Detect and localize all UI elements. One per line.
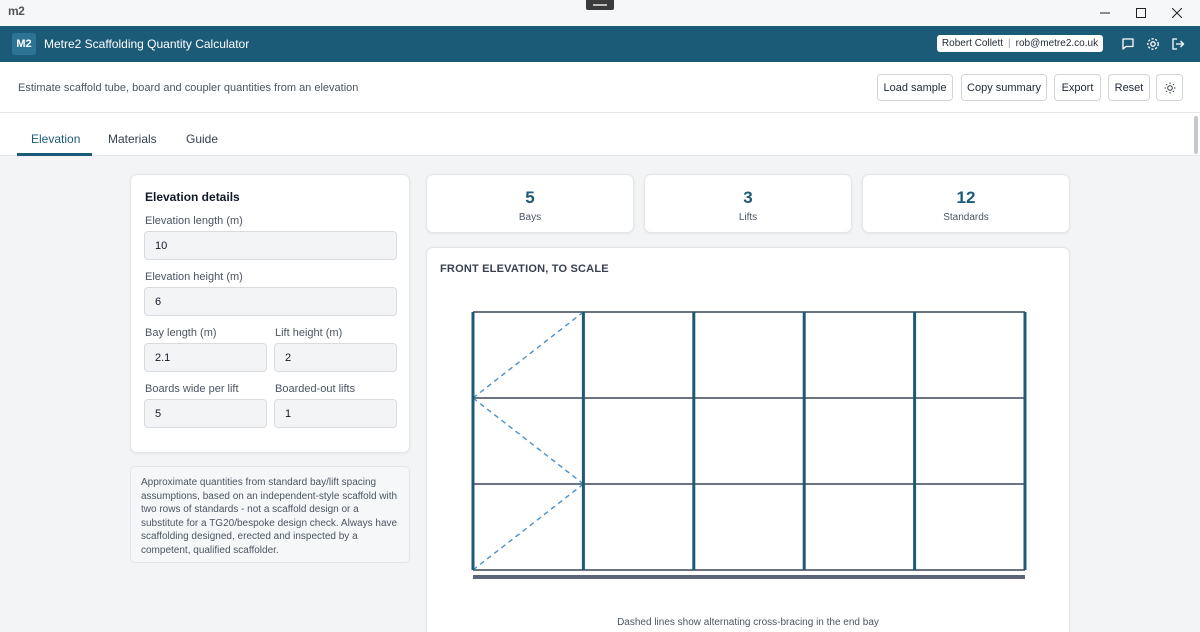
load-sample-button[interactable]: Load sample <box>877 74 953 101</box>
stat-label: Bays <box>518 212 542 223</box>
cross-brace-line <box>472 311 584 399</box>
cross-brace-line <box>472 397 584 485</box>
elevation-details-title: Elevation details <box>145 190 240 204</box>
user-name: Robert Collett <box>941 38 1004 49</box>
tab-bar: Elevation Materials Guide <box>0 113 1200 156</box>
elevation-details-card: Elevation details Elevation length (m) 1… <box>130 174 410 453</box>
logout-icon[interactable] <box>1168 34 1188 54</box>
stat-label: Lifts <box>738 212 758 223</box>
boarded-lifts-input[interactable]: 1 <box>274 399 397 428</box>
tab-elevation[interactable]: Elevation <box>31 132 80 146</box>
elevation-length-input[interactable]: 10 <box>144 231 397 260</box>
app-header: M2 Metre2 Scaffolding Quantity Calculato… <box>0 26 1200 62</box>
reset-button[interactable]: Reset <box>1108 74 1150 101</box>
boarded-lifts-label: Boarded-out lifts <box>275 383 356 395</box>
boards-wide-input[interactable]: 5 <box>144 399 267 428</box>
theme-toggle-button[interactable] <box>1156 74 1183 101</box>
lift-height-label: Lift height (m) <box>275 327 343 339</box>
scaffold-elevation-drawing <box>471 311 1027 579</box>
app-logo: M2 <box>12 33 36 55</box>
tab-materials[interactable]: Materials <box>108 132 157 146</box>
elevation-caption: Dashed lines show alternating cross-brac… <box>617 617 879 628</box>
disclaimer-note: Approximate quantities from standard bay… <box>130 466 410 563</box>
user-pill-divider: | <box>1008 38 1011 49</box>
user-account-pill[interactable]: Robert Collett | rob@metre2.co.uk <box>937 35 1103 52</box>
close-icon[interactable] <box>1154 0 1200 26</box>
gear-icon[interactable] <box>1143 34 1163 54</box>
export-button[interactable]: Export <box>1054 74 1101 101</box>
sun-icon <box>1164 82 1175 93</box>
active-tab-indicator <box>17 153 92 156</box>
window-title-bar: m2 <box>0 0 1200 26</box>
user-email: rob@metre2.co.uk <box>1015 38 1099 49</box>
elevation-length-label: Elevation length (m) <box>145 215 243 227</box>
os-app-logo: m2 <box>8 4 25 18</box>
stat-card-bays: 5 Bays <box>426 174 634 233</box>
stat-value: 12 <box>956 188 976 207</box>
elevation-height-input[interactable]: 6 <box>144 287 397 316</box>
scrollbar-thumb[interactable] <box>1194 116 1198 154</box>
app-title: Metre2 Scaffolding Quantity Calculator <box>44 37 250 51</box>
copy-summary-button[interactable]: Copy summary <box>961 74 1047 101</box>
toolbar: Estimate scaffold tube, board and couple… <box>0 62 1200 113</box>
window-drag-handle[interactable] <box>586 0 614 10</box>
stat-card-lifts: 3 Lifts <box>644 174 852 233</box>
stat-value: 3 <box>743 188 753 207</box>
tagline: Estimate scaffold tube, board and couple… <box>18 82 359 94</box>
bay-length-label: Bay length (m) <box>145 327 217 339</box>
stat-card-standards: 12 Standards <box>862 174 1070 233</box>
elevation-height-label: Elevation height (m) <box>145 271 243 283</box>
chat-icon[interactable] <box>1118 34 1138 54</box>
stat-value: 5 <box>525 188 535 207</box>
lift-height-input[interactable]: 2 <box>274 343 397 372</box>
front-elevation-card: FRONT ELEVATION, TO SCALE Dashed lines s… <box>426 247 1070 632</box>
stat-label: Standards <box>943 212 989 223</box>
tab-guide[interactable]: Guide <box>186 132 218 146</box>
cross-brace-line <box>472 483 584 571</box>
boards-wide-label: Boards wide per lift <box>145 383 239 395</box>
bay-length-input[interactable]: 2.1 <box>144 343 267 372</box>
